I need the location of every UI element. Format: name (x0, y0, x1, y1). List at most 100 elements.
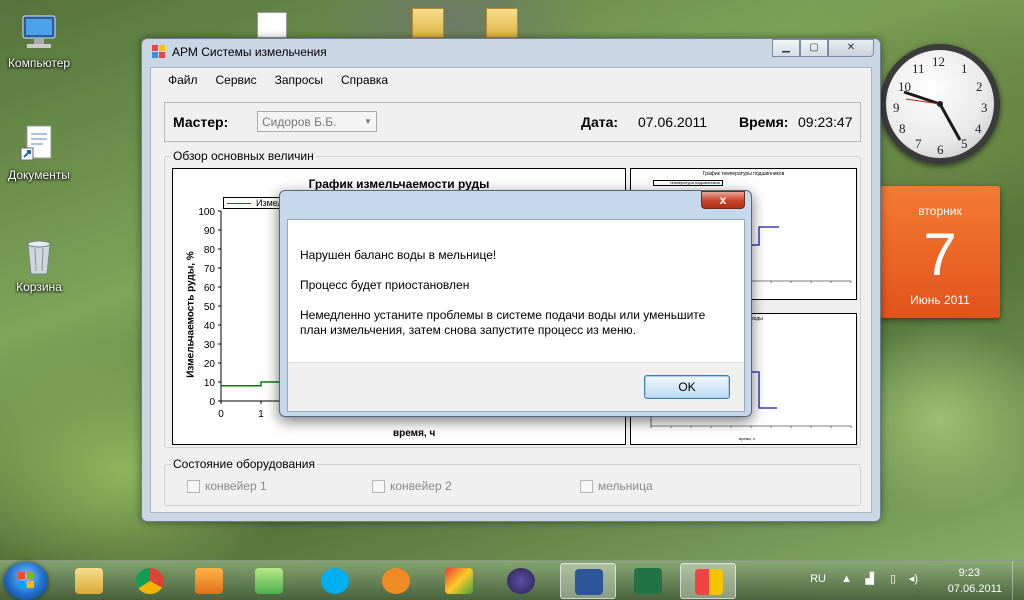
chart-app-icon (445, 568, 473, 594)
start-button[interactable] (4, 562, 48, 600)
equipment-group: Состояние оборудования конвейер 1 конвей… (164, 457, 861, 506)
desktop-icon-label: Компьютер (7, 56, 71, 70)
time-value: 09:23:47 (798, 114, 853, 130)
menu-requests[interactable]: Запросы (266, 73, 332, 87)
network-icon[interactable]: ▟ (866, 572, 874, 585)
taskbar-arm-app[interactable] (680, 563, 736, 599)
checkbox-box[interactable] (372, 479, 385, 493)
checkbox-box[interactable] (187, 479, 200, 493)
clock-hands (903, 90, 962, 141)
tray-expand-icon[interactable]: ▲ (841, 573, 852, 585)
date-value: 07.06.2011 (638, 114, 708, 130)
recycle-bin-icon (19, 236, 59, 276)
taskbar-chart-app[interactable] (431, 563, 487, 599)
y-tick-label: 30 (204, 340, 216, 351)
computer-icon (19, 12, 59, 52)
folder-icon[interactable] (486, 8, 518, 38)
checkbox-conveyor-1[interactable]: конвейер 1 (187, 479, 267, 493)
checkbox-label: конвейер 1 (205, 479, 267, 493)
window-title: АРМ Системы измельчения (172, 45, 327, 59)
menu-bar: Файл Сервис Запросы Справка (151, 68, 871, 92)
checkbox-mill[interactable]: мельница (580, 479, 653, 493)
taskbar-skype[interactable] (307, 563, 363, 599)
dialog-close-button[interactable]: x (701, 191, 745, 209)
desktop-icon-recycle-bin[interactable]: Корзина (1, 236, 77, 294)
title-bar[interactable]: АРМ Системы измельчения ▁ ▢ ✕ (142, 39, 880, 65)
x-tick-label: 1 (258, 409, 264, 420)
skype-icon (321, 568, 349, 594)
y-tick-label: 50 (204, 302, 216, 313)
ok-button[interactable]: OK (644, 375, 730, 399)
excel-icon (634, 568, 662, 594)
dialog-footer: OK (288, 362, 744, 411)
chevron-down-icon: ▼ (364, 117, 372, 126)
header-panel: Мастер: Сидоров Б.Б. ▼ Дата: 07.06.2011 … (164, 102, 861, 142)
y-tick-label: 0 (209, 397, 215, 408)
windows-logo-icon (18, 572, 34, 588)
folder-icon[interactable] (412, 8, 444, 38)
taskbar-media[interactable] (181, 563, 237, 599)
calendar-gadget[interactable]: вторник 7 Июнь 2011 (880, 186, 1000, 318)
app-icon (152, 45, 166, 59)
desktop-icon-documents[interactable]: Документы (1, 124, 77, 182)
taskbar-app[interactable] (368, 563, 424, 599)
y-tick-label: 80 (204, 245, 216, 256)
taskbar-explorer[interactable] (61, 563, 117, 599)
language-indicator[interactable]: RU (810, 573, 826, 585)
arm-app-icon (695, 569, 723, 595)
taskbar-utility[interactable] (241, 563, 297, 599)
time-label: Время: (739, 114, 789, 130)
taskbar-excel[interactable] (620, 563, 676, 599)
eclipse-icon (507, 568, 535, 594)
master-combobox[interactable]: Сидоров Б.Б. ▼ (257, 111, 377, 132)
desktop-icon-label: Документы (8, 168, 70, 182)
volume-icon[interactable]: ◂) (909, 572, 918, 585)
calendar-month-year: Июнь 2011 (910, 293, 970, 307)
menu-file[interactable]: Файл (159, 73, 207, 87)
y-tick-label: 70 (204, 264, 216, 275)
y-tick-label: 90 (204, 226, 216, 237)
dialog-message-3: Немедленно устаните проблемы в системе п… (300, 308, 706, 337)
documents-icon (19, 124, 59, 164)
clock-gadget[interactable]: 12 1 2 3 4 5 6 7 8 9 10 11 (880, 44, 1000, 164)
close-icon: x (719, 193, 727, 207)
alert-dialog[interactable]: x Нарушен баланс воды в мельнице! Процес… (279, 190, 752, 417)
taskbar-word[interactable] (560, 563, 616, 599)
menu-service[interactable]: Сервис (207, 73, 266, 87)
word-icon (575, 569, 603, 595)
menu-help[interactable]: Справка (332, 73, 397, 87)
overview-group-title: Обзор основных величин (171, 149, 316, 163)
calendar-weekday: вторник (918, 204, 962, 218)
utility-icon (255, 568, 283, 594)
tray-time[interactable]: 9:23 (959, 567, 980, 579)
checkbox-label: конвейер 2 (390, 479, 452, 493)
explorer-icon (75, 568, 103, 594)
checkbox-box[interactable] (580, 479, 593, 493)
taskbar: RU ▲ ▟ ▯ ◂) 9:23 07.06.2011 (0, 560, 1024, 600)
chrome-icon (136, 568, 164, 594)
close-button[interactable]: ✕ (828, 39, 874, 57)
battery-icon[interactable]: ▯ (890, 572, 896, 585)
app-icon (382, 568, 410, 594)
y-tick-label: 100 (198, 207, 215, 218)
master-label: Мастер: (173, 114, 229, 130)
maximize-button[interactable]: ▢ (800, 39, 828, 57)
minimize-button[interactable]: ▁ (772, 39, 800, 57)
taskbar-chrome[interactable] (122, 563, 178, 599)
show-desktop-button[interactable] (1012, 561, 1024, 600)
media-player-icon (195, 568, 223, 594)
series-line (221, 381, 281, 387)
tray-date[interactable]: 07.06.2011 (948, 583, 1002, 595)
y-tick-label: 20 (204, 359, 216, 370)
dialog-message-1: Нарушен баланс воды в мельнице! (300, 248, 497, 262)
taskbar-eclipse[interactable] (493, 563, 549, 599)
equipment-group-title: Состояние оборудования (171, 457, 317, 471)
desktop-icon-computer[interactable]: Компьютер (1, 12, 77, 70)
dialog-message-2: Процесс будет приостановлен (300, 278, 470, 292)
date-label: Дата: (581, 114, 619, 130)
file-icon[interactable] (257, 12, 287, 38)
checkbox-label: мельница (598, 479, 653, 493)
checkbox-conveyor-2[interactable]: конвейер 2 (372, 479, 452, 493)
y-tick-label: 40 (204, 321, 216, 332)
calendar-day: 7 (923, 221, 957, 288)
